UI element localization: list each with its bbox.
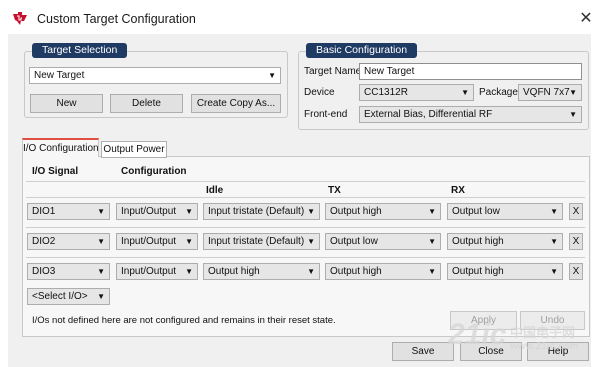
chevron-down-icon: ▼ [97,207,105,216]
io-row-2-idle: Input tristate (Default) [208,236,305,247]
io-row-3-rx: Output high [452,266,504,277]
io-row-1-remove-button[interactable]: X [569,203,583,220]
io-row-3-remove-button[interactable]: X [569,263,583,280]
target-name-input[interactable]: New Target [359,63,582,80]
watermark-site: www.21ic.com [510,341,579,352]
tx-header: TX [328,185,341,196]
io-row-3-config: Input/Output [121,266,177,277]
io-row-2-remove-button[interactable]: X [569,233,583,250]
io-row-3-idle-dropdown[interactable]: Output high ▼ [203,263,320,280]
chevron-down-icon: ▼ [185,237,193,246]
io-row-1-tx-dropdown[interactable]: Output high ▼ [325,203,441,220]
io-row-2-signal: DIO2 [32,236,56,247]
device-label: Device [304,87,335,98]
chevron-down-icon: ▼ [185,267,193,276]
io-row-1-config: Input/Output [121,206,177,217]
device-dropdown[interactable]: CC1312R ▼ [359,84,474,101]
chevron-down-icon: ▼ [428,237,436,246]
basic-configuration-header: Basic Configuration [306,43,418,58]
io-row-3-rx-dropdown[interactable]: Output high ▼ [447,263,563,280]
new-button[interactable]: New [30,94,103,113]
io-row-2-config-dropdown[interactable]: Input/Output ▼ [116,233,198,250]
io-row-1-signal: DIO1 [32,206,56,217]
io-row-2-idle-dropdown[interactable]: Input tristate (Default) ▼ [203,233,320,250]
watermark-logo: 21ic [448,318,507,351]
chevron-down-icon: ▼ [307,267,315,276]
configuration-header: Configuration [121,166,187,177]
tab-output-power[interactable]: Output Power [101,141,167,158]
chevron-down-icon: ▼ [550,267,558,276]
package-label: Package [479,87,518,98]
io-row-1-idle: Input tristate (Default) [208,206,305,217]
chevron-down-icon: ▼ [428,267,436,276]
io-row-3-idle: Output high [208,266,260,277]
io-row-1-signal-dropdown[interactable]: DIO1 ▼ [27,203,110,220]
select-io-value: <Select I/O> [32,291,88,302]
io-row-3-signal-dropdown[interactable]: DIO3 ▼ [27,263,110,280]
io-row-1-tx: Output high [330,206,382,217]
ti-logo-icon [12,12,28,26]
chevron-down-icon: ▼ [268,71,276,80]
frontend-label: Front-end [304,109,348,120]
create-copy-as-button[interactable]: Create Copy As... [191,94,281,113]
header-divider [26,181,585,182]
io-row-2-rx-dropdown[interactable]: Output high ▼ [447,233,563,250]
io-row-3-signal: DIO3 [32,266,56,277]
frontend-dropdown[interactable]: External Bias, Differential RF ▼ [359,106,582,123]
io-signal-header: I/O Signal [32,166,79,177]
save-button[interactable]: Save [392,342,454,361]
frontend-value: External Bias, Differential RF [364,109,493,120]
idle-header: Idle [206,185,224,196]
subheader-divider [26,197,585,198]
chevron-down-icon: ▼ [185,207,193,216]
io-row-2-tx-dropdown[interactable]: Output low ▼ [325,233,441,250]
io-note-text: I/Os not defined here are not configured… [32,315,336,326]
device-value: CC1312R [364,87,408,98]
rx-header: RX [451,185,465,196]
io-row-1-idle-dropdown[interactable]: Input tristate (Default) ▼ [203,203,320,220]
watermark-chinese: 中国电子网 [510,325,576,340]
io-row-2-tx: Output low [330,236,378,247]
row-divider [26,257,585,258]
io-row-2-rx: Output high [452,236,504,247]
chevron-down-icon: ▼ [428,207,436,216]
chevron-down-icon: ▼ [569,88,577,97]
tab-io-configuration[interactable]: I/O Configuration [22,138,99,157]
io-row-2-signal-dropdown[interactable]: DIO2 ▼ [27,233,110,250]
chevron-down-icon: ▼ [97,267,105,276]
io-row-1-rx: Output low [452,206,500,217]
target-select-value: New Target [34,70,85,81]
window-title: Custom Target Configuration [37,12,196,26]
chevron-down-icon: ▼ [97,292,105,301]
chevron-down-icon: ▼ [461,88,469,97]
target-select-dropdown[interactable]: New Target ▼ [29,67,281,84]
chevron-down-icon: ▼ [97,237,105,246]
io-row-3-tx: Output high [330,266,382,277]
select-io-dropdown[interactable]: <Select I/O> ▼ [27,288,110,305]
chevron-down-icon: ▼ [569,110,577,119]
delete-button[interactable]: Delete [110,94,183,113]
io-row-1-rx-dropdown[interactable]: Output low ▼ [447,203,563,220]
io-row-2-config: Input/Output [121,236,177,247]
package-dropdown[interactable]: VQFN 7x7 ▼ [518,84,582,101]
chevron-down-icon: ▼ [307,207,315,216]
chevron-down-icon: ▼ [307,237,315,246]
target-selection-header: Target Selection [32,43,128,58]
io-row-3-config-dropdown[interactable]: Input/Output ▼ [116,263,198,280]
io-row-1-config-dropdown[interactable]: Input/Output ▼ [116,203,198,220]
chevron-down-icon: ▼ [550,237,558,246]
row-divider [26,227,585,228]
close-window-icon[interactable]: ✕ [575,9,597,29]
target-name-label: Target Name [304,66,362,77]
io-row-3-tx-dropdown[interactable]: Output high ▼ [325,263,441,280]
chevron-down-icon: ▼ [550,207,558,216]
package-value: VQFN 7x7 [523,87,570,98]
